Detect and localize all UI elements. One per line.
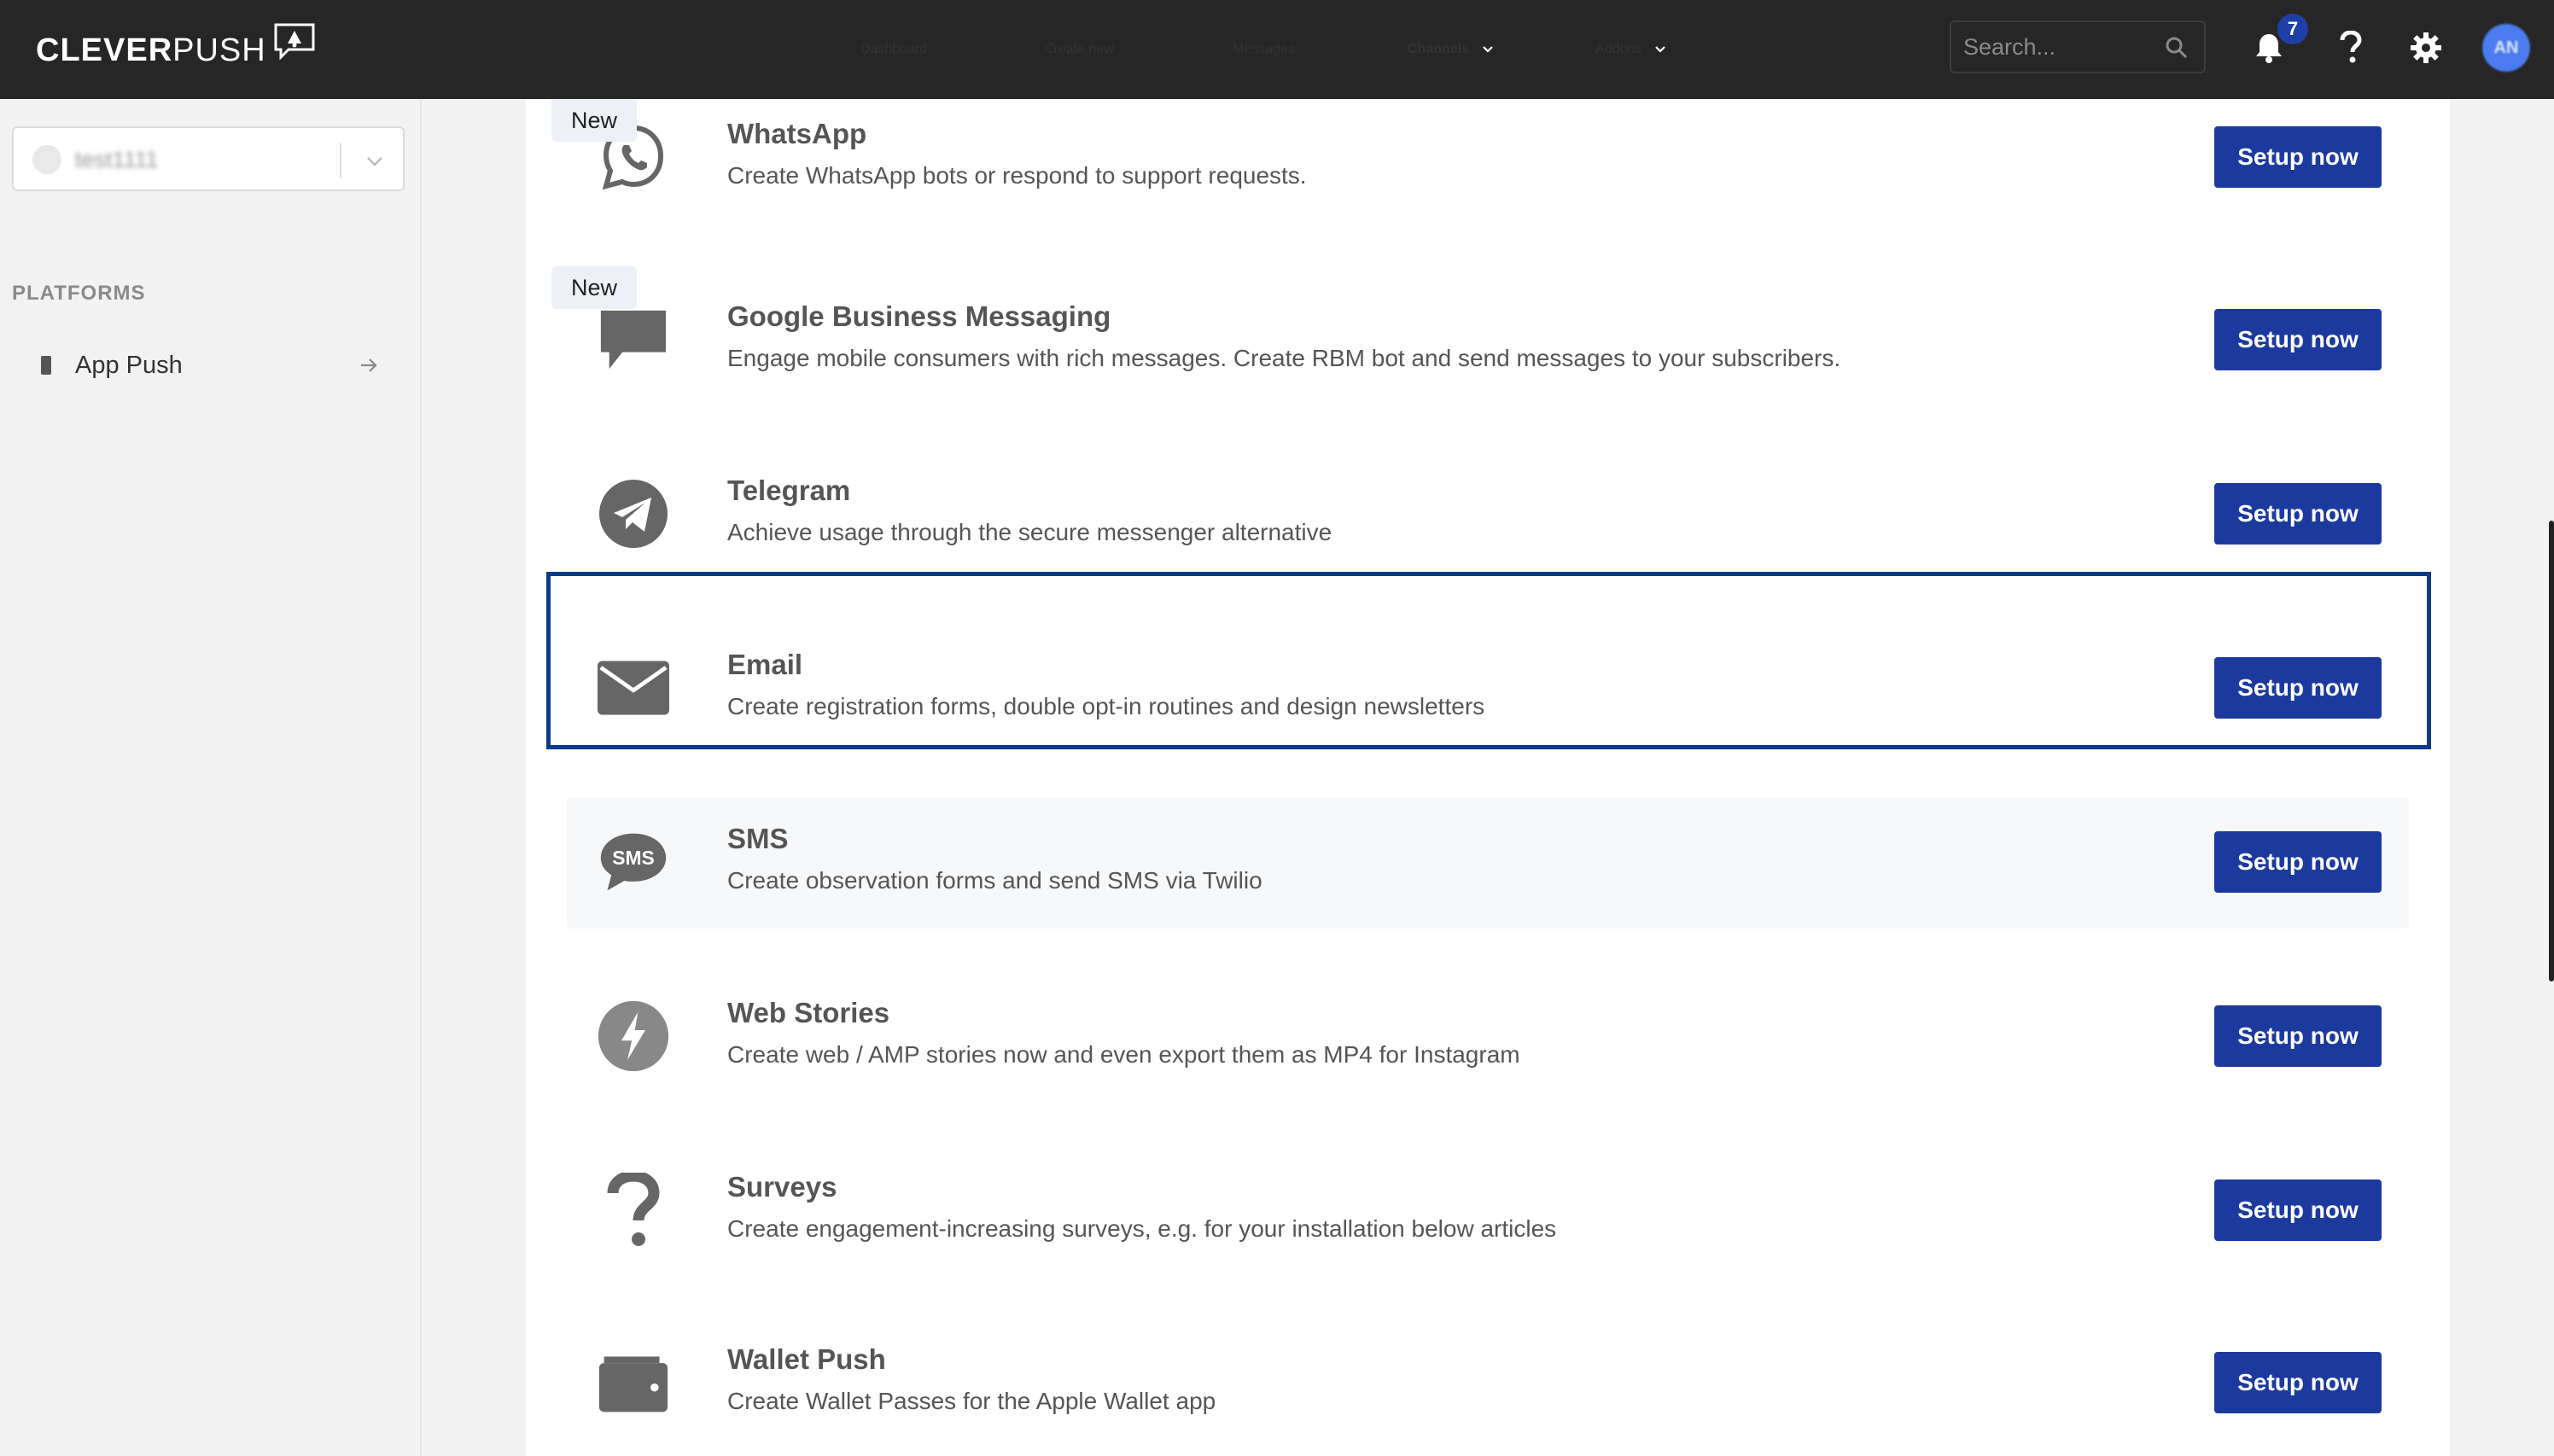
channel-row-web-stories: Web Stories Create web / AMP stories now…: [567, 971, 2409, 1103]
sms-icon: SMS: [598, 826, 669, 898]
search-box: [1950, 20, 2206, 73]
channel-title: Wallet Push: [727, 1343, 886, 1375]
channel-description: Create web / AMP stories now and even ex…: [727, 1041, 1520, 1068]
channel-row-whatsapp: WhatsApp Create WhatsApp bots or respond…: [567, 92, 2409, 224]
chevron-down-icon: [1655, 46, 1666, 53]
channel-description: Create observation forms and send SMS vi…: [727, 867, 1262, 894]
channel-description: Engage mobile consumers with rich messag…: [727, 345, 1841, 371]
question-mark-icon: [598, 1173, 669, 1246]
logo-text-light: PUSH: [172, 32, 266, 68]
nav-addons[interactable]: Addons: [1595, 0, 1667, 99]
setup-now-button[interactable]: Setup now: [2214, 1005, 2382, 1067]
logo-bubble-icon: [274, 23, 315, 60]
channel-description: Create Wallet Passes for the Apple Walle…: [727, 1388, 1216, 1414]
channel-title: Surveys: [727, 1171, 837, 1203]
channel-row-google-business-messaging: Google Business Messaging Engage mobile …: [567, 275, 2409, 406]
new-badge: New: [551, 99, 637, 142]
nav-messages[interactable]: Messages: [1233, 0, 1295, 99]
chevron-down-icon: [1483, 46, 1493, 53]
channel-row-wallet-push: Wallet Push Create Wallet Passes for the…: [567, 1318, 2409, 1449]
project-name: test1111: [75, 147, 159, 172]
channel-title: Web Stories: [727, 997, 890, 1028]
nav-dashboard[interactable]: Dashboard: [860, 0, 927, 99]
setup-now-button[interactable]: Setup now: [2214, 831, 2382, 893]
wallet-icon: [598, 1347, 669, 1418]
top-navigation-bar: CLEVER PUSH Dashboard Create new Messages…: [0, 0, 2554, 99]
project-selector[interactable]: test1111: [12, 126, 405, 191]
cleverpush-logo[interactable]: CLEVER PUSH: [36, 20, 316, 80]
sidebar: test1111 PLATFORMS App Push: [0, 99, 422, 1456]
platforms-heading: PLATFORMS: [12, 282, 146, 305]
channel-title: Google Business Messaging: [727, 300, 1111, 332]
channel-description: Achieve usage through the secure messeng…: [727, 519, 1332, 545]
search-icon[interactable]: [2165, 36, 2189, 60]
help-icon[interactable]: [2332, 29, 2370, 67]
svg-text:SMS: SMS: [612, 847, 655, 869]
arrow-right-icon: [361, 358, 377, 372]
settings-gear-icon[interactable]: [2407, 29, 2445, 67]
scrollbar[interactable]: [2549, 521, 2554, 981]
channel-description: Create engagement-increasing surveys, e.…: [727, 1215, 1557, 1242]
channel-title: WhatsApp: [727, 118, 867, 149]
notification-count-badge: 7: [2277, 14, 2308, 44]
project-avatar-icon: [32, 145, 61, 174]
telegram-icon: [598, 478, 669, 550]
user-avatar[interactable]: AN: [2482, 24, 2530, 72]
select-divider: [340, 143, 341, 178]
channel-title: Telegram: [727, 475, 851, 506]
logo-text-bold: CLEVER: [36, 32, 173, 68]
lightning-icon: [598, 1000, 669, 1072]
setup-now-button[interactable]: Setup now: [2214, 1179, 2382, 1241]
channel-row-telegram: Telegram Achieve usage through the secur…: [567, 449, 2409, 580]
search-input[interactable]: [1963, 33, 2151, 61]
setup-now-button[interactable]: Setup now: [2214, 126, 2382, 188]
new-badge: New: [551, 266, 637, 309]
setup-now-button[interactable]: Setup now: [2214, 309, 2382, 370]
sidebar-item-app-push[interactable]: App Push: [12, 340, 388, 391]
channel-row-surveys: Surveys Create engagement-increasing sur…: [567, 1145, 2409, 1277]
channels-panel: WhatsApp Create WhatsApp bots or respond…: [526, 99, 2450, 1456]
nav-channels[interactable]: Channels: [1408, 0, 1495, 99]
email-row-highlight: [546, 572, 2431, 749]
setup-now-button[interactable]: Setup now: [2214, 483, 2382, 545]
channel-description: Create WhatsApp bots or respond to suppo…: [727, 162, 1307, 189]
setup-now-button[interactable]: Setup now: [2214, 1352, 2382, 1413]
nav-create-new[interactable]: Create new: [1044, 0, 1114, 99]
chat-bubble-icon: [598, 304, 669, 376]
channel-row-sms: SMS SMS Create observation forms and sen…: [567, 797, 2409, 929]
channel-title: SMS: [727, 823, 789, 854]
sidebar-item-label: App Push: [75, 351, 183, 379]
mobile-device-icon: [41, 356, 51, 375]
chevron-down-icon[interactable]: [364, 150, 386, 172]
